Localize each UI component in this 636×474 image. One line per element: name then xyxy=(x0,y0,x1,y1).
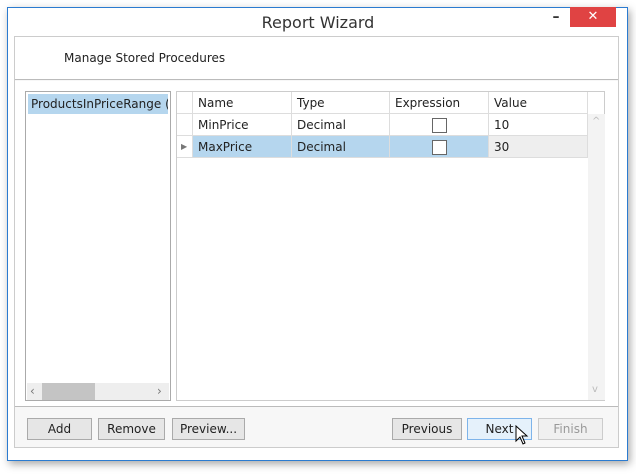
cell-value[interactable]: 10 xyxy=(489,114,588,136)
cell-value[interactable]: 30 xyxy=(489,136,588,158)
cell-name[interactable]: MinPrice xyxy=(193,114,292,136)
finish-button: Finish xyxy=(538,418,603,440)
expression-checkbox[interactable] xyxy=(432,118,447,133)
scroll-down-icon[interactable]: v xyxy=(592,384,598,395)
list-item[interactable]: ProductsInPriceRange (Mi xyxy=(28,94,168,114)
column-header-value[interactable]: Value xyxy=(489,92,588,114)
close-button[interactable]: ✕ xyxy=(570,7,616,27)
column-header-expression[interactable]: Expression xyxy=(390,92,489,114)
cell-type[interactable]: Decimal xyxy=(292,114,390,136)
remove-button[interactable]: Remove xyxy=(98,418,165,440)
procedures-list[interactable]: ProductsInPriceRange (Mi ‹ › xyxy=(25,91,171,401)
row-indicator-header xyxy=(177,92,193,114)
row-selected-arrow-icon[interactable]: ▶ xyxy=(177,136,193,158)
cell-type[interactable]: Decimal xyxy=(292,136,390,158)
horizontal-scrollbar[interactable]: ‹ › xyxy=(27,383,169,400)
page-title: Manage Stored Procedures xyxy=(64,51,226,65)
previous-button[interactable]: Previous xyxy=(392,418,462,440)
cell-expression[interactable] xyxy=(390,114,489,136)
window-title: Report Wizard xyxy=(261,13,375,32)
preview-button[interactable]: Preview... xyxy=(172,418,245,440)
column-header-name[interactable]: Name xyxy=(193,92,292,114)
row-indicator[interactable] xyxy=(177,114,193,136)
add-button[interactable]: Add xyxy=(27,418,92,440)
minimize-button[interactable]: – xyxy=(545,9,567,27)
expression-checkbox[interactable] xyxy=(432,140,447,155)
scroll-thumb[interactable] xyxy=(42,383,95,400)
cell-expression[interactable] xyxy=(390,136,489,158)
column-header-type[interactable]: Type xyxy=(292,92,390,114)
cell-name[interactable]: MaxPrice xyxy=(193,136,292,158)
scroll-right-icon[interactable]: › xyxy=(157,384,162,398)
scroll-left-icon[interactable]: ‹ xyxy=(30,384,35,398)
scroll-up-icon[interactable]: ^ xyxy=(592,116,600,127)
mouse-cursor-icon xyxy=(515,425,529,445)
parameters-grid[interactable]: Name Type Expression Value MinPrice Deci… xyxy=(176,91,605,401)
vertical-scrollbar[interactable]: ^ v xyxy=(588,114,605,400)
